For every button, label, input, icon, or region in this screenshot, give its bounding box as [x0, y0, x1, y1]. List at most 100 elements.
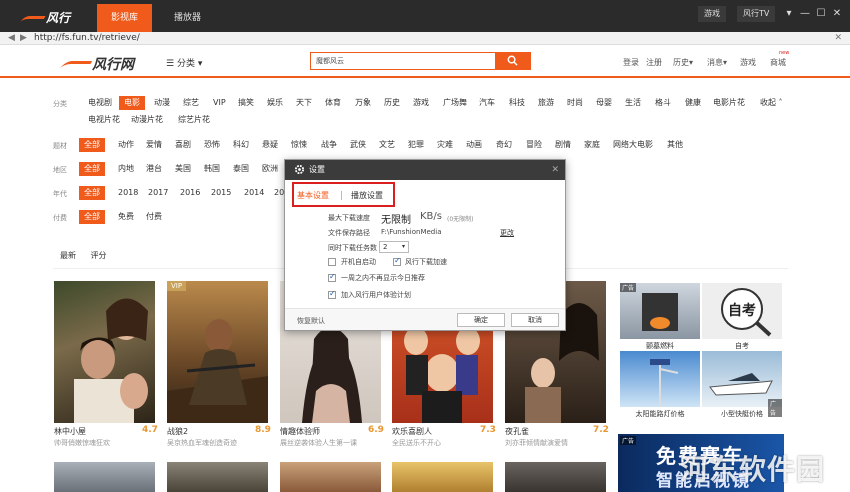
- filter-item[interactable]: 汽车: [476, 96, 498, 110]
- change-path-link[interactable]: 更改: [500, 228, 514, 238]
- ad-street-lamp-image[interactable]: [620, 351, 700, 407]
- filter-item[interactable]: 其他: [664, 138, 686, 152]
- filter-item[interactable]: 恐怖: [201, 138, 223, 152]
- messages-link[interactable]: 消息▾: [707, 57, 727, 68]
- filter-item[interactable]: VIP: [210, 96, 229, 110]
- filter-item[interactable]: 2014: [241, 186, 267, 200]
- tab-basic-settings[interactable]: 基本设置: [297, 190, 329, 201]
- filter-item[interactable]: 时尚: [564, 96, 586, 110]
- site-logo[interactable]: 风行网: [59, 54, 134, 74]
- filter-item[interactable]: 2015: [208, 186, 234, 200]
- filter-item[interactable]: 动作: [115, 138, 137, 152]
- category-menu[interactable]: ☰ 分类 ▾: [166, 56, 202, 69]
- sort-latest-tab[interactable]: 最新: [60, 251, 76, 260]
- filter-item[interactable]: 格斗: [652, 96, 674, 110]
- ok-button[interactable]: 确定: [457, 313, 505, 327]
- filter-item[interactable]: 体育: [322, 96, 344, 110]
- filter-item[interactable]: 港台: [143, 162, 165, 176]
- filter-item[interactable]: 广场舞: [440, 96, 470, 110]
- filter-item[interactable]: 2018: [115, 186, 141, 200]
- filter-item[interactable]: 旅游: [535, 96, 557, 110]
- filter-item[interactable]: 综艺: [180, 96, 202, 110]
- filter-item[interactable]: 欧洲: [259, 162, 281, 176]
- tab-player[interactable]: 播放器: [160, 4, 215, 32]
- filter-item[interactable]: 灾难: [434, 138, 456, 152]
- filter-item[interactable]: 天下: [293, 96, 315, 110]
- cancel-button[interactable]: 取消: [511, 313, 559, 327]
- poster-title[interactable]: 战狼2: [167, 426, 188, 437]
- restore-defaults-link[interactable]: 恢复默认: [297, 316, 325, 326]
- dialog-close-icon[interactable]: ✕: [551, 160, 559, 180]
- filter-item[interactable]: 动画: [463, 138, 485, 152]
- filter-item[interactable]: 家庭: [581, 138, 603, 152]
- login-link[interactable]: 登录: [623, 57, 639, 68]
- history-link[interactable]: 历史▾: [673, 57, 693, 68]
- poster-row2-5[interactable]: [505, 462, 606, 492]
- filter-item[interactable]: 全部: [79, 162, 105, 176]
- filter-item[interactable]: 娱乐: [264, 96, 286, 110]
- filter-item[interactable]: 2016: [177, 186, 203, 200]
- filter-item[interactable]: 电视片花: [85, 113, 123, 127]
- ad-caption[interactable]: 小型快艇价格: [702, 409, 782, 419]
- download-acceleration-checkbox[interactable]: [393, 256, 401, 266]
- game-button[interactable]: 游戏: [698, 6, 726, 22]
- filter-item[interactable]: 综艺片花: [175, 113, 213, 127]
- funtv-button[interactable]: 风行TV: [737, 6, 776, 22]
- filter-item[interactable]: 付费: [143, 210, 165, 224]
- ad-caption[interactable]: 自考: [702, 341, 782, 351]
- filter-item[interactable]: 冒险: [523, 138, 545, 152]
- filter-item[interactable]: 母婴: [593, 96, 615, 110]
- filter-item[interactable]: 网络大电影: [610, 138, 656, 152]
- filter-item[interactable]: 文艺: [376, 138, 398, 152]
- filter-item[interactable]: 健康: [682, 96, 704, 110]
- forward-icon[interactable]: ▶: [20, 32, 27, 45]
- filter-item[interactable]: 全部: [79, 210, 105, 224]
- search-input[interactable]: 魔都风云: [310, 52, 496, 70]
- poster-wolf-warrior-2[interactable]: VIP: [167, 281, 268, 423]
- filter-item[interactable]: 爱情: [143, 138, 165, 152]
- filter-item[interactable]: 韩国: [201, 162, 223, 176]
- poster-title[interactable]: 夜孔雀: [505, 426, 529, 437]
- filter-item[interactable]: 泰国: [230, 162, 252, 176]
- filter-item[interactable]: 美国: [172, 162, 194, 176]
- filter-item[interactable]: 全部: [79, 186, 105, 200]
- tab-film-library[interactable]: 影视库: [97, 4, 153, 32]
- filter-item[interactable]: 动漫片花: [128, 113, 166, 127]
- filter-item[interactable]: 历史: [381, 96, 403, 110]
- poster-title[interactable]: 欢乐喜剧人: [392, 426, 432, 437]
- filter-item[interactable]: 游戏: [410, 96, 432, 110]
- menu-icon[interactable]: ▾: [782, 6, 796, 22]
- ad-caption[interactable]: 太阳能路灯价格: [620, 409, 700, 419]
- collapse-filters-button[interactable]: 收起 ˄: [760, 96, 783, 110]
- filter-item[interactable]: 科幻: [230, 138, 252, 152]
- filter-item[interactable]: 免费: [115, 210, 137, 224]
- url-field[interactable]: http://fs.fun.tv/retrieve/: [34, 32, 140, 45]
- filter-item[interactable]: 悬疑: [259, 138, 281, 152]
- filter-item[interactable]: 科技: [506, 96, 528, 110]
- close-icon[interactable]: ✕: [830, 6, 844, 22]
- filter-item[interactable]: 生活: [622, 96, 644, 110]
- maximize-icon[interactable]: ☐: [814, 6, 828, 22]
- filter-item[interactable]: 搞笑: [235, 96, 257, 110]
- filter-item[interactable]: 犯罪: [405, 138, 427, 152]
- filter-item[interactable]: 2017: [145, 186, 171, 200]
- filter-item[interactable]: 奇幻: [493, 138, 515, 152]
- filter-item[interactable]: 剧情: [552, 138, 574, 152]
- tab-playback-settings[interactable]: 播放设置: [351, 190, 383, 201]
- ad-caption[interactable]: 颤墓燃料: [620, 341, 700, 351]
- hide-daily-recommend-checkbox[interactable]: [328, 272, 336, 282]
- autostart-checkbox[interactable]: [328, 258, 336, 266]
- search-button[interactable]: [495, 52, 531, 70]
- filter-item[interactable]: 全部: [79, 138, 105, 152]
- filter-item[interactable]: 电影片花: [710, 96, 748, 110]
- poster-row2-4[interactable]: [392, 462, 493, 492]
- filter-item[interactable]: 战争: [318, 138, 340, 152]
- poster-row2-3[interactable]: [280, 462, 381, 492]
- poster-title[interactable]: 情趣体验师: [280, 426, 320, 437]
- filter-item[interactable]: 武侠: [347, 138, 369, 152]
- back-icon[interactable]: ◀: [8, 32, 15, 45]
- poster-cabin-in-woods[interactable]: [54, 281, 155, 423]
- games-link[interactable]: 游戏: [740, 57, 756, 68]
- sort-score-tab[interactable]: 评分: [91, 251, 107, 260]
- address-close-icon[interactable]: ✕: [834, 32, 842, 45]
